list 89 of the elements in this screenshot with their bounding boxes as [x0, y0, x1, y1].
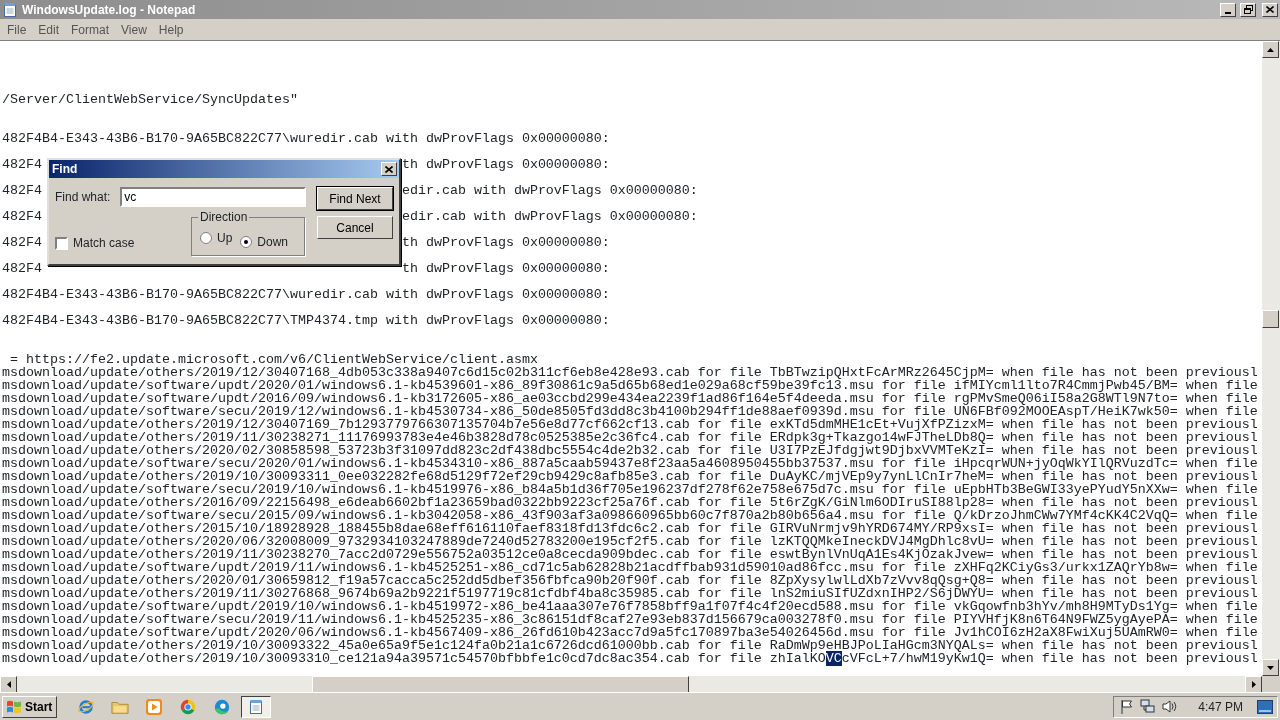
- log-line: = https://fe2.update.microsoft.com/v6/ClientWebService/client.asmx: [10, 353, 538, 366]
- network-icon[interactable]: [1140, 699, 1157, 714]
- log-text: 482F4: [2, 158, 42, 171]
- log-line: 482F4B4-E343-43B6-B170-9A65BC822C77\wuredir.cab with dwProvFlags 0x00000080:: [2, 132, 611, 145]
- log-line: msdownload/update/others/2019/12/30407168_4db053c338a9407c6d15c02b311cf6eb8e428e93.cab for file TbBTwzipQHxtFcArMRz2645CjpM= when file has not been previousl: [2, 366, 1259, 379]
- arrow-icon: [1251, 681, 1256, 688]
- checkbox-label: Match case: [73, 235, 135, 252]
- media-player-icon: [145, 697, 164, 716]
- notepad-icon: [2, 1, 18, 18]
- log-line: msdownload/update/others/2019/11/30276868_9674b69a2b9221f5197719c81cfdbf4ba8c35985.cab for file lnS2miuSIfUZdxnIHP2/S6jDWYU= when file has not been previousl: [2, 587, 1259, 600]
- radio-label: Down: [257, 234, 288, 251]
- volume-icon[interactable]: [1162, 699, 1179, 714]
- log-line: msdownload/update/others/2019/10/30093322_45a0e65a9f5e1c124fa0b21a1c6726dcd61000bb.cab for file RaDmWp9eHBJPoLIaHGcm3NYQALs= when file has not been previousl: [2, 639, 1259, 652]
- log-line: 482F4B4-E343-43B6-B170-9A65BC822C77\TMP4374.tmp with dwProvFlags 0x00000080:: [2, 314, 611, 327]
- window-title: WindowsUpdate.log - Notepad: [22, 1, 196, 19]
- clock[interactable]: 4:47 PM: [1198, 697, 1243, 716]
- cancel-button[interactable]: Cancel: [317, 216, 393, 239]
- menu-item[interactable]: File: [1, 20, 33, 39]
- text-area[interactable]: [0, 41, 1262, 676]
- minimize-icon: [1225, 11, 1231, 14]
- log-line: msdownload/update/others/2020/02/30858598_53723b3f31097dd823c2df438dbc5554c4de2b32.cab for file U3I7PzEJfdgjwt9DjbxVVMTeKzI= when file has not been previousl: [2, 444, 1259, 457]
- log-line: msdownload/update/software/secu/2019/11/windows6.1-kb4525235-x86_3c86151df8caf27e93eb837d156679ca003278f0.msu for file PIYVHfjK8n6T64N9FWZ5ygAyePA= when file: [2, 613, 1259, 626]
- show-desktop-icon[interactable]: [1257, 699, 1273, 714]
- search-field[interactable]: vc: [120, 187, 307, 207]
- menu-item[interactable]: Format: [65, 20, 116, 39]
- log-line: msdownload/update/others/2019/10/30093311_0ee032282fe68d5129f72ef29cb9429c8afb85e3.cab for file DuAyKC/mjVEp9y7ynLlCnIr7heM= when file has not been previousl: [2, 470, 1259, 483]
- checkbox[interactable]: [55, 236, 68, 250]
- arrow-icon: [6, 681, 11, 688]
- arrow-icon: [1267, 47, 1274, 52]
- vertical-scrollbar[interactable]: [1262, 41, 1280, 676]
- log-text: msdownload/update/others/2019/10/30093310_ce121a94a39571c54570bfbbfe1c0cd7dc8ac354.cab for file zhIalKO: [2, 651, 826, 666]
- log-line: msdownload/update/others/2019/12/30407169_7b1293779766307135704b7e56e8d77cf662cf13.cab for file exKTd5dmMHE1cEt+VujXfPZizxM= when file has not been previousl: [2, 418, 1259, 431]
- close-button[interactable]: [381, 162, 397, 176]
- log-text: th dwProvFlags 0x00000080:: [401, 262, 610, 275]
- restore-button[interactable]: [1240, 2, 1256, 17]
- log-line: /Server/ClientWebService/SyncUpdates": [2, 93, 299, 106]
- close-button[interactable]: [1262, 2, 1278, 17]
- log-line: msdownload/update/others/2019/11/30238271_11176993783e4e46b3828d78c0525385e2c36fc4.cab for file ERdpk3g+Tkazgo14wFJTheLDb8Q= when file has not been previousl: [2, 431, 1259, 444]
- log-line: msdownload/update/others/2015/10/18928928_188455b8dae68eff616110faef8318fd13fdc6c2.cab for file GIRVuNrmjv9hYRD674MY/RP9xsI= when file has not been previousl: [2, 522, 1259, 535]
- log-line: msdownload/update/others/2016/09/22156498_e6deab6602bf1a23659bad0322bb9223cf25a76f.cab for file 5t6rZgK/GiNlm6ODIruSI88lp28= when file has not been previousl: [2, 496, 1259, 509]
- start-button[interactable]: Start: [2, 695, 58, 718]
- log-line: msdownload/update/software/secu/2019/10/windows6.1-kb4519976-x86_b84a5b1d36f705e196237df278f62e758e675d7c.msu for file uEpbHTb3BeGWI33yePYudY5nXXw= when file: [2, 483, 1259, 496]
- browser-icon: [77, 697, 96, 716]
- log-text: 482F4: [2, 262, 42, 275]
- menu-item[interactable]: View: [115, 20, 153, 39]
- log-text: th dwProvFlags 0x00000080:: [401, 236, 610, 249]
- log-text: 482F4: [2, 210, 42, 223]
- log-line: msdownload/update/software/secu/2019/12/windows6.1-kb4530734-x86_50de8505fd3dd8c3b4100b294ff1de88aef0939d.msu for file UN6FBf092MOOEAspT/HeiK7wk50= when file: [2, 405, 1259, 418]
- log-line: msdownload/update/others/2020/01/30659812_f19a57cacca5c252dd5dbef356fbfca90b20f90f.cab for file 8ZpXysylwlLdXb7zVvv8qQsg+Q8= when file has not been previousl: [2, 574, 1259, 587]
- log-text: 482F4: [2, 236, 42, 249]
- radio-button[interactable]: [199, 232, 212, 244]
- radio-button[interactable]: [240, 236, 253, 248]
- log-line: msdownload/update/software/updt/2020/06/windows6.1-kb4567409-x86_26fd610b423acc7d9a5fc170897ba3e54026456d.msu for file Jv1hCOI6zH2aX8FwiXuj5UAmRW0= when file: [2, 626, 1259, 639]
- dialog-title: Find: [52, 161, 78, 178]
- log-text: 482F4: [2, 184, 42, 197]
- log-text: edir.cab with dwProvFlags 0x00000080:: [401, 184, 698, 197]
- windows-logo-icon: [6, 699, 22, 714]
- close-icon: [1266, 6, 1274, 13]
- group-label: Direction: [198, 211, 249, 223]
- log-line: msdownload/update/others/2019/11/30238270_7acc2d0729e556752a03512ce0a8cecda909bdec.cab for file eswtBynlVnUqA1Es4KjOzakJvew= when file has not been previousl: [2, 548, 1259, 561]
- log-line: msdownload/update/software/updt/2020/01/windows6.1-kb4539601-x86_89f30861c9a5d65b68ed1e029a68cf59be39fc13.msu for file ifMIYcml1lto7R4CmmjPwb45/BM= when file: [2, 379, 1259, 392]
- scroll-up-button[interactable]: [1262, 41, 1279, 58]
- minimize-button[interactable]: [1220, 2, 1236, 17]
- menu-item[interactable]: Edit: [32, 20, 66, 39]
- scrollbar-thumb[interactable]: [1262, 310, 1279, 328]
- close-icon: [385, 165, 393, 173]
- log-line: msdownload/update/software/updt/2016/09/windows6.1-kb3172605-x86_ae03ccbd299e434ea2239f1ad86f164e5f4deeda.msu for file rgPMvSmeQ06iI58a2G8WTl9N7to= when file: [2, 392, 1259, 405]
- log-line: msdownload/update/others/2020/06/32008009_9732934103247889de7240d52783200e195cf2f5.cab for file lzKTQQMkeIneckDVJ4MgDhlc8vU= when file has not been previousl: [2, 535, 1259, 548]
- selected-text: VC: [825, 651, 842, 666]
- find-next-button[interactable]: Find Next: [317, 187, 393, 210]
- log-text: edir.cab with dwProvFlags 0x00000080:: [401, 210, 698, 223]
- log-text: cVFcL+7/hwM19yKw1Q= when file has not been previousl: [841, 651, 1258, 666]
- log-line: 482F4B4-E343-43B6-B170-9A65BC822C77\wuredir.cab with dwProvFlags 0x00000080:: [2, 288, 611, 301]
- log-text: th dwProvFlags 0x00000080:: [401, 158, 610, 171]
- browser-icon: [213, 697, 232, 716]
- scroll-down-button[interactable]: [1262, 659, 1279, 676]
- radio-label: Up: [216, 230, 233, 247]
- restore-icon: [1243, 5, 1253, 14]
- log-line: msdownload/update/software/updt/2019/11/windows6.1-kb4525251-x86_cd71c5ab62828b21acdffbab931d59010ad86fcc.msu for file zXHFq2KCiyGs3/urkx1ZAQrYb8w= when file: [2, 561, 1259, 574]
- log-line: msdownload/update/software/updt/2019/10/windows6.1-kb4519972-x86_be41aaa307e76f7858bff9a1f07f4c4f20ecd588.msu for file vkGqowfnb3hYv/mh8H9MTyDs1Yg= when file: [2, 600, 1259, 613]
- notepad-icon: [248, 698, 265, 715]
- field-label: Find what:: [55, 189, 111, 206]
- menu-item[interactable]: Help: [152, 20, 190, 39]
- flag-icon[interactable]: [1120, 699, 1135, 714]
- browser-icon: [179, 697, 198, 716]
- log-line: msdownload/update/software/secu/2020/01/windows6.1-kb4534310-x86_887a5caab59437e8f23aa5a4608950455bb37537.msu for file iHpcqrWUN+jyOqWkYIlQRVuzdTc= when file: [2, 457, 1259, 470]
- taskbar-button[interactable]: [241, 695, 272, 718]
- log-line: msdownload/update/software/secu/2015/09/windows6.1-kb3042058-x86_43f903af3a098660965bb60c7f870a2b80b656a4.msu for file Q/kDrzoJhmCWw7YMf4cKK4C2VqQ= when file: [2, 509, 1259, 522]
- arrow-icon: [1267, 665, 1274, 670]
